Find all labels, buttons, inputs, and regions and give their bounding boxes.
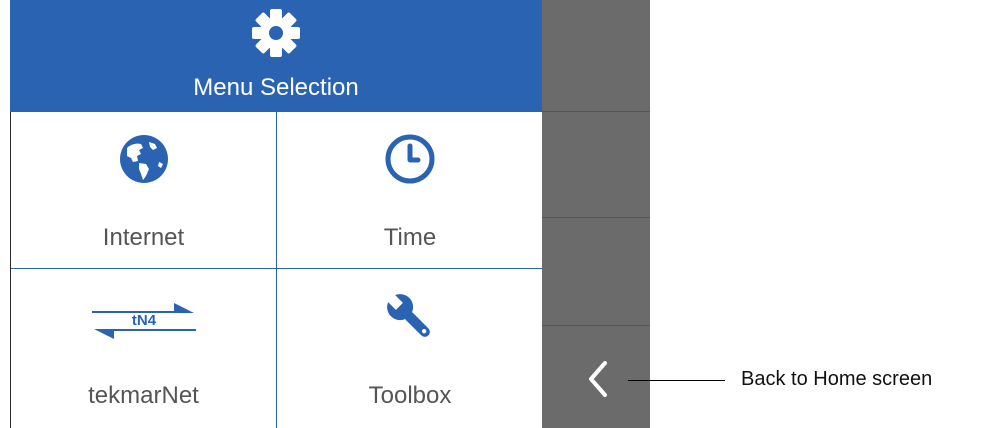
menu-item-label: Time xyxy=(383,224,437,251)
callout-text: Back to Home screen xyxy=(741,368,933,390)
touchscreen: Menu Selection Internet Time tN4 tekmarN… xyxy=(10,0,650,428)
menu-item-label: Toolbox xyxy=(368,382,452,409)
globe-icon xyxy=(119,135,168,183)
menu-item-tekmarnet[interactable]: tN4 tekmarNet xyxy=(11,269,277,428)
chevron-left-icon xyxy=(589,361,607,397)
menu-grid: Internet Time tN4 tekmarNet Toolbox xyxy=(10,112,543,428)
menu-item-label: tekmarNet xyxy=(88,382,199,409)
clock-icon xyxy=(385,134,435,184)
menu-item-toolbox[interactable]: Toolbox xyxy=(277,269,543,428)
svg-text:tN4: tN4 xyxy=(131,312,156,329)
back-button[interactable] xyxy=(542,326,650,428)
menu-title: Menu Selection xyxy=(193,74,359,101)
sidebar-slot xyxy=(542,112,650,218)
sidebar-slot xyxy=(542,218,650,326)
callout-line xyxy=(628,380,725,381)
sidebar-slot xyxy=(542,0,650,112)
menu-item-label: Internet xyxy=(102,224,185,251)
menu-item-internet[interactable]: Internet xyxy=(11,112,277,269)
menu-header: Menu Selection xyxy=(10,0,542,112)
wrench-icon xyxy=(385,292,430,337)
gear-icon xyxy=(252,9,300,57)
tekmarnet-icon: tN4 xyxy=(91,303,196,339)
menu-item-time[interactable]: Time xyxy=(277,112,543,269)
sidebar xyxy=(542,0,650,428)
